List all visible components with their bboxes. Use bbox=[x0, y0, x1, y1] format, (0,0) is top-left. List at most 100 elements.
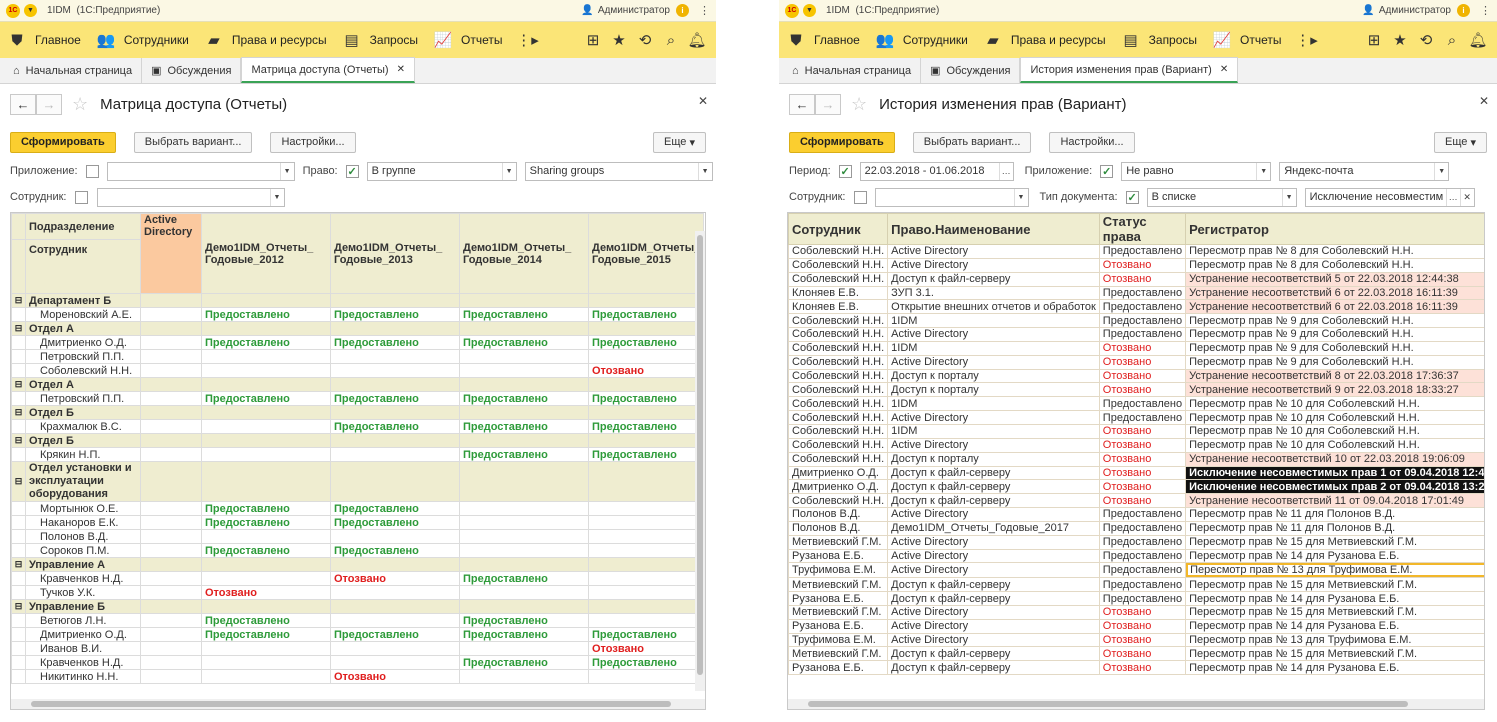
group-row[interactable]: ⊟ Департамент Б bbox=[11, 293, 705, 308]
group-row[interactable]: ⊟ Управление Б bbox=[11, 599, 705, 614]
table-row[interactable]: Дмитриенко О.Д. Доступ к файл-серверу Отоз… bbox=[788, 465, 1484, 481]
chevron-down-icon[interactable]: ▼ bbox=[1281, 188, 1296, 206]
employee-row[interactable]: Мореновский А.Е. Предоставлено Предоставле… bbox=[11, 307, 705, 322]
favorites-icon[interactable]: ★ bbox=[1387, 31, 1413, 49]
chevron-down-icon[interactable]: ▼ bbox=[1256, 162, 1270, 180]
employee-row[interactable]: Дмитриенко О.Д. Предоставлено Предоставлен… bbox=[11, 335, 705, 350]
collapse-icon[interactable]: ⊟ bbox=[11, 433, 26, 448]
group-row[interactable]: ⊟ Отдел Б bbox=[11, 405, 705, 420]
employee-row[interactable]: Мортынюк О.Е. Предоставлено Предоставлено bbox=[11, 501, 705, 516]
table-row[interactable]: Соболевский Н.Н. Active Directory Отозвано… bbox=[788, 437, 1484, 453]
table-row[interactable]: Дмитриенко О.Д. Доступ к файл-серверу Отоз… bbox=[788, 479, 1484, 495]
table-row[interactable]: Метвиевский Г.М. Доступ к файл-серверу Ото… bbox=[788, 646, 1484, 662]
favorite-star-icon[interactable]: ☆ bbox=[72, 94, 88, 115]
chevron-down-icon[interactable]: ▼ bbox=[1434, 162, 1448, 180]
table-row[interactable]: Соболевский Н.Н. Active Directory Предоста… bbox=[788, 410, 1484, 425]
more-button[interactable]: Еще ▾ bbox=[1434, 131, 1487, 153]
collapse-icon[interactable]: ⊟ bbox=[11, 557, 26, 572]
table-row[interactable]: Рузанова Е.Б. Доступ к файл-серверу Предос… bbox=[788, 591, 1484, 606]
forward-button[interactable]: → bbox=[815, 93, 841, 115]
app-filter-select[interactable]: ▼ bbox=[106, 161, 295, 181]
close-tab-icon[interactable]: ✕ bbox=[1220, 64, 1228, 75]
employee-filter-checkbox[interactable] bbox=[853, 190, 867, 204]
group-row[interactable]: ⊟ Отдел А bbox=[11, 377, 705, 392]
main-menu-icon[interactable]: ▼ bbox=[24, 4, 37, 17]
tab-active[interactable]: Матрица доступа (Отчеты) ✕ bbox=[241, 57, 415, 83]
period-field[interactable]: 22.03.2018 - 01.06.2018… bbox=[859, 161, 1014, 181]
employee-row[interactable]: Крякин Н.П. Предоставлено Предоставлено bbox=[11, 447, 705, 462]
more-dots-icon[interactable]: … bbox=[1445, 188, 1460, 206]
table-row[interactable]: Соболевский Н.Н. Active Directory Предоста… bbox=[788, 327, 1484, 342]
table-row[interactable]: Рузанова Е.Б. Доступ к файл-серверу Отозва… bbox=[788, 660, 1484, 676]
collapse-icon[interactable]: ⊟ bbox=[11, 377, 26, 392]
table-row[interactable]: Соболевский Н.Н. Доступ к порталу Отозвано… bbox=[788, 382, 1484, 398]
horizontal-scrollbar[interactable] bbox=[11, 699, 705, 709]
doctype-filter-checkbox[interactable]: ✓ bbox=[1125, 190, 1139, 204]
tab-active[interactable]: История изменения прав (Вариант) ✕ bbox=[1020, 57, 1239, 83]
table-row[interactable]: Полонов В.Д. Active Directory Предоставлен… bbox=[788, 507, 1484, 522]
bell-icon[interactable]: 🔔︎ bbox=[1465, 31, 1491, 49]
generate-button[interactable]: Сформировать bbox=[789, 131, 895, 153]
table-row[interactable]: Соболевский Н.Н. 1IDM Предоставлено Пересмо… bbox=[788, 313, 1484, 329]
tab-home[interactable]: ⌂ Начальная страница bbox=[4, 58, 143, 83]
grid-menu-icon[interactable]: ⊞ bbox=[1361, 31, 1387, 49]
table-row[interactable]: Соболевский Н.Н. Доступ к порталу Отозвано… bbox=[788, 368, 1484, 384]
employee-row[interactable]: Соболевский Н.Н. Отозвано bbox=[11, 363, 705, 378]
table-row[interactable]: Метвиевский Г.М. Active Directory Предоста… bbox=[788, 534, 1484, 550]
app-filter-checkbox[interactable]: ✓ bbox=[1100, 164, 1114, 178]
employee-row[interactable]: Сороков П.М. Предоставлено Предоставлено bbox=[11, 543, 705, 558]
table-row[interactable]: Труфимова Е.М. Active Directory Отозвано Пе… bbox=[788, 632, 1484, 648]
right-condition-select[interactable]: В группе ▼ bbox=[366, 161, 517, 181]
table-row[interactable]: Рузанова Е.Б. Active Directory Предоставле… bbox=[788, 548, 1484, 564]
history-icon[interactable]: ⟲ bbox=[1413, 31, 1439, 49]
table-row[interactable]: Полонов В.Д. Демо1IDM_Отчеты_Годовые_2017… bbox=[788, 520, 1484, 536]
column-header[interactable]: Регистратор bbox=[1185, 213, 1484, 245]
employee-row[interactable]: Петровский П.П. Предоставлено Предоставлен… bbox=[11, 391, 705, 406]
table-row[interactable]: Соболевский Н.Н. Доступ к порталу Отозвано… bbox=[788, 451, 1484, 467]
group-row[interactable]: ⊟ Отдел Б bbox=[11, 433, 705, 448]
employee-row[interactable]: Крахмалюк В.С. Предоставлено Предоставлено… bbox=[11, 419, 705, 434]
section-reports[interactable]: 📈 Отчеты bbox=[434, 31, 503, 49]
back-button[interactable]: ← bbox=[789, 93, 815, 115]
table-row[interactable]: Соболевский Н.Н. 1IDM Отозвано Пересмотр пр… bbox=[788, 423, 1484, 439]
section-rights[interactable]: ▰ Права и ресурсы bbox=[205, 31, 327, 49]
info-icon[interactable]: i bbox=[1457, 4, 1470, 17]
group-row[interactable]: ⊟ Отдел А bbox=[11, 321, 705, 336]
table-row[interactable]: Соболевский Н.Н. Доступ к файл-серверу Ото… bbox=[788, 271, 1484, 287]
right-filter-checkbox[interactable]: ✓ bbox=[345, 164, 359, 178]
table-row[interactable]: Соболевский Н.Н. Active Directory Отозвано… bbox=[788, 257, 1484, 273]
group-row[interactable]: ⊟ Управление А bbox=[11, 557, 705, 572]
table-row[interactable]: Соболевский Н.Н. Active Directory Отозвано… bbox=[788, 354, 1484, 370]
table-row[interactable]: Соболевский Н.Н. Доступ к файл-серверу Ото… bbox=[788, 493, 1484, 509]
user-name[interactable]: Администратор bbox=[598, 5, 670, 16]
app-value-select[interactable]: Яндекс-почта ▼ bbox=[1279, 161, 1450, 181]
table-row[interactable]: Соболевский Н.Н. 1IDM Отозвано Пересмотр пр… bbox=[788, 340, 1484, 356]
favorites-icon[interactable]: ★ bbox=[606, 31, 632, 49]
chevron-down-icon[interactable]: ▼ bbox=[269, 188, 284, 206]
forward-button[interactable]: → bbox=[36, 93, 62, 115]
employee-filter-select[interactable]: ▼ bbox=[874, 187, 1029, 207]
employee-row[interactable]: Никитинко Н.Н. Отозвано bbox=[11, 669, 705, 684]
app-condition-select[interactable]: Не равно ▼ bbox=[1121, 161, 1272, 181]
table-row[interactable]: Соболевский Н.Н. Active Directory Предоста… bbox=[788, 244, 1484, 259]
close-form-icon[interactable]: ✕ bbox=[698, 94, 708, 108]
settings-button[interactable]: Настройки... bbox=[270, 131, 356, 153]
section-reports[interactable]: 📈 Отчеты bbox=[1213, 31, 1282, 49]
collapse-icon[interactable]: ⊟ bbox=[11, 293, 26, 308]
employee-row[interactable]: Кравченков Н.Д. Предоставлено Предоставлен… bbox=[11, 655, 705, 670]
window-menu-icon[interactable]: ⋮ bbox=[1480, 4, 1491, 17]
chevron-down-icon[interactable]: ▼ bbox=[697, 162, 712, 180]
section-main[interactable]: ⛊ Главное bbox=[8, 31, 81, 49]
collapse-icon[interactable]: ⊟ bbox=[11, 321, 26, 336]
app-filter-checkbox[interactable] bbox=[85, 164, 99, 178]
favorite-star-icon[interactable]: ☆ bbox=[851, 94, 867, 115]
search-icon[interactable]: ⌕ bbox=[1439, 32, 1465, 49]
main-menu-icon[interactable]: ▼ bbox=[803, 4, 816, 17]
section-employees[interactable]: 👥 Сотрудники bbox=[876, 31, 968, 49]
collapse-icon[interactable]: ⊟ bbox=[11, 461, 26, 502]
history-icon[interactable]: ⟲ bbox=[632, 31, 658, 49]
employee-filter-select[interactable]: ▼ bbox=[96, 187, 285, 207]
section-employees[interactable]: 👥 Сотрудники bbox=[97, 31, 189, 49]
table-row[interactable]: Клоняев Е.В. ЗУП 3.1. Предоставлено Устране… bbox=[788, 285, 1484, 301]
search-icon[interactable]: ⌕ bbox=[658, 32, 684, 49]
